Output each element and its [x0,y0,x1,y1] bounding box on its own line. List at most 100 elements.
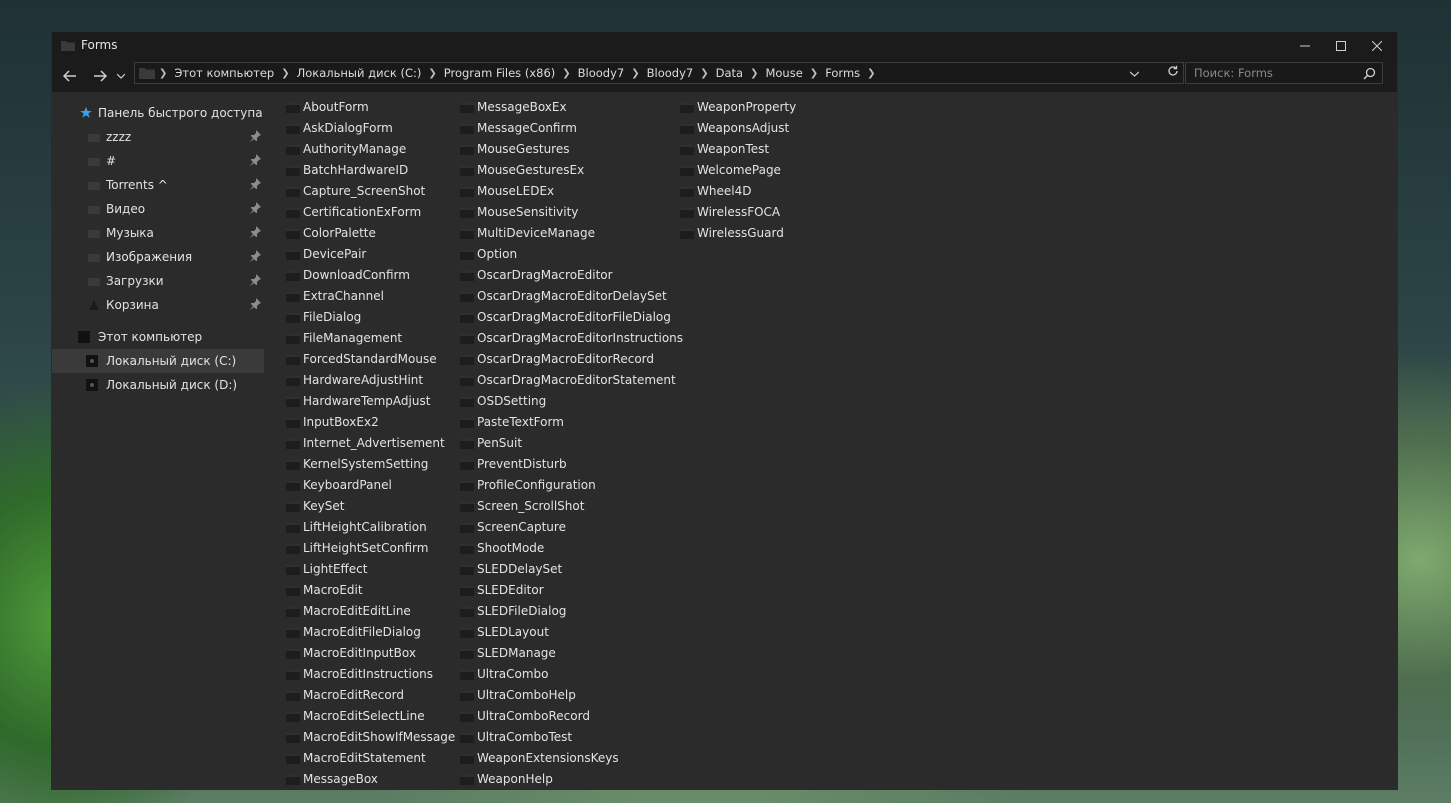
chevron-down-icon [1129,71,1140,77]
music-folder-icon [88,230,100,238]
pin-icon[interactable] [249,178,261,190]
sidebar-item-label: Torrents ^ [106,178,168,192]
folder-icon [286,712,300,722]
pin-icon[interactable] [249,226,261,238]
file-name: MouseSensitivity [477,205,579,219]
file-name: SLEDEditor [477,583,544,597]
file-name: InputBoxEx2 [303,415,379,429]
file-name: WeaponExtensionsKeys [477,751,619,765]
sidebar-item-zzzz[interactable]: zzzz [52,125,264,149]
file-name: PreventDisturb [477,457,567,471]
sidebar-item-drive-c[interactable]: Локальный диск (C:) [52,349,264,373]
pin-icon[interactable] [249,250,261,262]
minimize-button[interactable] [1287,32,1323,60]
pin-icon[interactable] [249,202,261,214]
pin-icon[interactable] [249,274,261,286]
breadcrumb-data[interactable]: Data [709,66,750,80]
forward-button[interactable] [90,66,110,86]
folder-icon [286,313,300,323]
sidebar-item-label: Локальный диск (D:) [106,378,238,392]
folder-icon [286,355,300,365]
breadcrumb-drive-c[interactable]: Локальный диск (C:) [290,66,429,80]
address-bar[interactable]: ❯ Этот компьютер ❯ Локальный диск (C:) ❯… [134,62,1184,84]
title-bar[interactable]: Forms [52,32,1397,60]
breadcrumb-separator-icon[interactable]: ❯ [562,68,570,79]
file-name: KernelSystemSetting [303,457,429,471]
breadcrumb-separator-icon[interactable]: ❯ [281,68,289,79]
breadcrumb-separator-icon[interactable]: ❯ [750,68,758,79]
breadcrumb-mouse[interactable]: Mouse [758,66,809,80]
file-name: OscarDragMacroEditorDelaySet [477,289,667,303]
navigation-bar: ❯ Этот компьютер ❯ Локальный диск (C:) ❯… [52,60,1397,92]
breadcrumb-separator-icon[interactable]: ❯ [867,68,875,79]
recent-locations-button[interactable] [114,66,128,86]
recycle-bin-icon [89,300,99,310]
folder-icon [460,292,474,302]
breadcrumb-this-pc[interactable]: Этот компьютер [167,66,281,80]
sidebar-item-downloads[interactable]: Загрузки [52,269,264,293]
file-name: MessageBox [303,772,378,786]
maximize-button[interactable] [1323,32,1359,60]
sidebar-item-drive-d[interactable]: Локальный диск (D:) [52,373,264,397]
file-name: AskDialogForm [303,121,393,135]
folder-icon [286,565,300,575]
folder-icon [460,376,474,386]
file-name: MouseGestures [477,142,570,156]
breadcrumb-bloody7[interactable]: Bloody7 [571,66,632,80]
refresh-button[interactable] [1167,63,1179,83]
back-button[interactable] [60,66,80,86]
file-name: HardwareTempAdjust [303,394,431,408]
file-name: ProfileConfiguration [477,478,596,492]
sidebar-item-label: Загрузки [106,274,164,288]
folder-icon [88,134,100,142]
address-history-button[interactable] [1129,63,1140,83]
drive-icon [86,355,98,367]
file-name: MouseLEDEx [477,184,555,198]
sidebar-item-label: Изображения [106,250,193,264]
file-name: MultiDeviceManage [477,226,596,240]
folder-icon [286,607,300,617]
folder-icon [460,355,474,365]
folder-icon [286,103,300,113]
pin-icon[interactable] [249,130,261,142]
breadcrumb-separator-icon[interactable]: ❯ [428,68,436,79]
sidebar-item-video[interactable]: Видео [52,197,264,221]
file-name: Internet_Advertisement [303,436,445,450]
file-name: WeaponHelp [477,772,553,786]
file-name: OSDSetting [477,394,547,408]
sidebar-item-recycle-bin[interactable]: Корзина [52,293,264,317]
breadcrumb-program-files[interactable]: Program Files (x86) [437,66,562,80]
file-name: SLEDFileDialog [477,604,567,618]
sidebar-item-music[interactable]: Музыка [52,221,264,245]
pin-icon[interactable] [249,298,261,310]
folder-icon [286,481,300,491]
folder-icon [460,628,474,638]
arrow-right-icon [94,70,107,82]
folder-icon [286,229,300,239]
breadcrumb-separator-icon[interactable]: ❯ [631,68,639,79]
sidebar-item-quick-access[interactable]: Панель быстрого доступа [52,101,264,125]
folder-icon [460,565,474,575]
file-name: Capture_ScreenShot [303,184,426,198]
breadcrumb-forms[interactable]: Forms [818,66,867,80]
sidebar-item-label: # [106,154,117,168]
sidebar-item-this-pc[interactable]: Этот компьютер [52,325,264,349]
folder-icon [460,754,474,764]
folder-icon [460,250,474,260]
file-name: ScreenCapture [477,520,566,534]
sidebar-item-torrents[interactable]: Torrents ^ [52,173,264,197]
breadcrumb-bloody7-sub[interactable]: Bloody7 [640,66,701,80]
sidebar-item-pictures[interactable]: Изображения [52,245,264,269]
breadcrumb-separator-icon[interactable]: ❯ [700,68,708,79]
file-name: MacroEditFileDialog [303,625,421,639]
folder-icon [680,229,694,239]
breadcrumb-separator-icon[interactable]: ❯ [810,68,818,79]
close-button[interactable] [1359,32,1395,60]
folder-icon [460,334,474,344]
search-input[interactable]: Поиск: Forms [1185,62,1383,84]
pin-icon[interactable] [249,154,261,166]
folder-icon [286,145,300,155]
search-icon[interactable] [1363,67,1376,80]
file-name: WeaponTest [697,142,770,156]
sidebar-item-hash[interactable]: # [52,149,264,173]
